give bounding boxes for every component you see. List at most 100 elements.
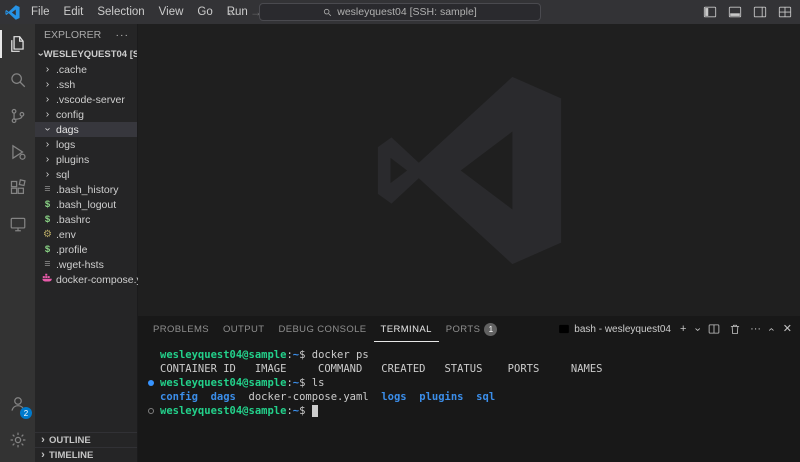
vscode-window: File Edit Selection View Go Run ··· ← → … — [0, 0, 800, 462]
editor-and-panel: PROBLEMS OUTPUT DEBUG CONSOLE TERMINAL PORTS… — [138, 24, 800, 462]
panel-tab-ports[interactable]: PORTS 1 — [439, 316, 505, 342]
tree-item-env[interactable]: ⚙ .env — [35, 227, 137, 242]
ports-count-badge: 1 — [484, 322, 498, 336]
tree-item-label: .ssh — [56, 78, 76, 91]
workspace-section-header[interactable]: › WESLEYQUEST04 [SSH: SA... — [35, 46, 137, 62]
tree-item-config[interactable]: › config — [35, 107, 137, 122]
customize-layout-icon[interactable] — [778, 5, 792, 19]
tree-item-bash-history[interactable]: ≡ .bash_history — [35, 182, 137, 197]
command-decoration-gray-circle[interactable] — [148, 408, 154, 414]
files-icon — [10, 36, 24, 52]
activity-run-debug[interactable] — [0, 134, 35, 170]
panel-tab-output[interactable]: OUTPUT — [216, 316, 271, 342]
bottom-panel: PROBLEMS OUTPUT DEBUG CONSOLE TERMINAL PORTS… — [138, 316, 800, 462]
terminal-text-segment: wesleyquest04@sample — [160, 405, 287, 417]
layout-controls — [703, 0, 792, 24]
terminal-text-segment: plugins — [419, 391, 464, 403]
activity-explorer[interactable] — [0, 26, 35, 62]
chevron-right-icon: › — [41, 448, 45, 461]
menu-view[interactable]: View — [152, 0, 191, 24]
toggle-primary-sidebar-icon[interactable] — [703, 5, 717, 19]
menu-edit[interactable]: Edit — [57, 0, 91, 24]
panel-tab-label: OUTPUT — [223, 323, 265, 335]
menu-go[interactable]: Go — [190, 0, 219, 24]
terminal-text-segment: wesleyquest04@sample — [160, 377, 287, 389]
editor-area[interactable] — [138, 24, 800, 316]
terminal-content[interactable]: wesleyquest04@sample:~$ docker ps CONTAIN… — [138, 342, 800, 462]
activity-extensions[interactable] — [0, 170, 35, 206]
terminal-text-segment: dags — [210, 391, 236, 403]
chevron-right-icon: › — [45, 78, 50, 91]
vscode-logo-icon — [0, 4, 24, 20]
panel-tab-debug-console[interactable]: DEBUG CONSOLE — [271, 316, 373, 342]
maximize-panel-chevron-icon[interactable]: › — [765, 327, 777, 331]
shell-icon: $ — [44, 243, 51, 255]
tree-item-label: config — [56, 108, 85, 121]
tree-item-label: .bash_logout — [56, 198, 117, 211]
tree-item-docker-compose-yaml[interactable]: docker-compose.yaml — [35, 272, 159, 287]
menu-selection[interactable]: Selection — [90, 0, 151, 24]
tree-item-ssh[interactable]: › .ssh — [35, 77, 137, 92]
panel-actions: bash - wesleyquest04 + › ··· › ✕ — [558, 323, 792, 335]
tree-item-profile[interactable]: $ .profile — [35, 242, 137, 257]
terminal-icon — [559, 324, 570, 334]
chevron-right-icon: › — [45, 93, 50, 106]
tree-item-logs[interactable]: › logs — [35, 137, 137, 152]
shell-icon: $ — [44, 198, 51, 210]
search-icon — [10, 73, 25, 88]
panel-tab-problems[interactable]: PROBLEMS — [146, 316, 216, 342]
tree-item-label: dags — [56, 123, 79, 136]
panel-tab-terminal[interactable]: TERMINAL — [374, 316, 439, 342]
outline-section-label: OUTLINE — [49, 434, 91, 446]
outline-section-header[interactable]: › OUTLINE — [35, 432, 137, 447]
kill-terminal-icon[interactable] — [729, 323, 741, 335]
workspace-section-label: WESLEYQUEST04 [SSH: SA... — [43, 48, 137, 60]
terminal-text-segment: ls — [311, 377, 325, 389]
chevron-right-icon: › — [45, 153, 50, 166]
menu-file[interactable]: File — [24, 0, 57, 24]
nav-back-icon[interactable]: ← — [226, 5, 238, 19]
command-decoration-blue-dot[interactable] — [148, 380, 154, 386]
activity-source-control[interactable] — [0, 98, 35, 134]
terminal-line: wesleyquest04@sample:~$ docker ps — [147, 348, 800, 362]
new-terminal-icon[interactable]: + — [680, 323, 686, 335]
activity-settings[interactable] — [0, 422, 35, 458]
tree-item-bash-logout[interactable]: $ .bash_logout — [35, 197, 137, 212]
panel-more-actions-icon[interactable]: ··· — [750, 323, 761, 335]
tree-item-bashrc[interactable]: $ .bashrc — [35, 212, 137, 227]
tree-item-cache[interactable]: › .cache — [35, 62, 137, 77]
tree-item-plugins[interactable]: › plugins — [35, 152, 137, 167]
launch-profile-chevron-icon[interactable]: › — [692, 327, 704, 331]
timeline-section-label: TIMELINE — [49, 449, 94, 461]
split-terminal-icon[interactable] — [708, 323, 720, 335]
panel-tab-row: PROBLEMS OUTPUT DEBUG CONSOLE TERMINAL PORTS… — [138, 316, 800, 342]
tree-item-vscode-server[interactable]: › .vscode-server — [35, 92, 137, 107]
toggle-secondary-sidebar-icon[interactable] — [753, 5, 767, 19]
timeline-section-header[interactable]: › TIMELINE — [35, 447, 137, 462]
history-navigation: ← → — [226, 0, 262, 24]
vscode-watermark-icon — [377, 76, 561, 264]
terminal-text-segment: CONTAINER ID IMAGE COMMAND CREATED STATU… — [160, 363, 603, 375]
terminal-line: wesleyquest04@sample:~$ ls — [147, 376, 800, 390]
explorer-more-actions-icon[interactable]: ··· — [116, 29, 130, 41]
chevron-right-icon: › — [45, 63, 50, 76]
sidebar-header: EXPLORER ··· — [35, 24, 137, 46]
tree-item-label: sql — [56, 168, 70, 181]
command-center[interactable]: wesleyquest04 [SSH: sample] — [259, 3, 541, 21]
extensions-icon — [10, 179, 26, 195]
tree-item-dags[interactable]: › dags — [35, 122, 137, 137]
close-panel-icon[interactable]: ✕ — [783, 323, 792, 335]
chevron-right-icon: › — [45, 108, 50, 121]
search-icon — [324, 8, 332, 16]
activity-accounts[interactable]: 2 — [0, 386, 35, 422]
activity-remote-explorer[interactable] — [0, 206, 35, 242]
toggle-panel-icon[interactable] — [728, 5, 742, 19]
activity-search[interactable] — [0, 62, 35, 98]
docker-icon — [42, 273, 53, 286]
tree-item-sql[interactable]: › sql — [35, 167, 137, 182]
terminal-selector[interactable]: bash - wesleyquest04 — [558, 323, 671, 335]
tree-item-wget-hsts[interactable]: ≡ .wget-hsts — [35, 257, 137, 272]
gear-icon — [10, 432, 25, 448]
